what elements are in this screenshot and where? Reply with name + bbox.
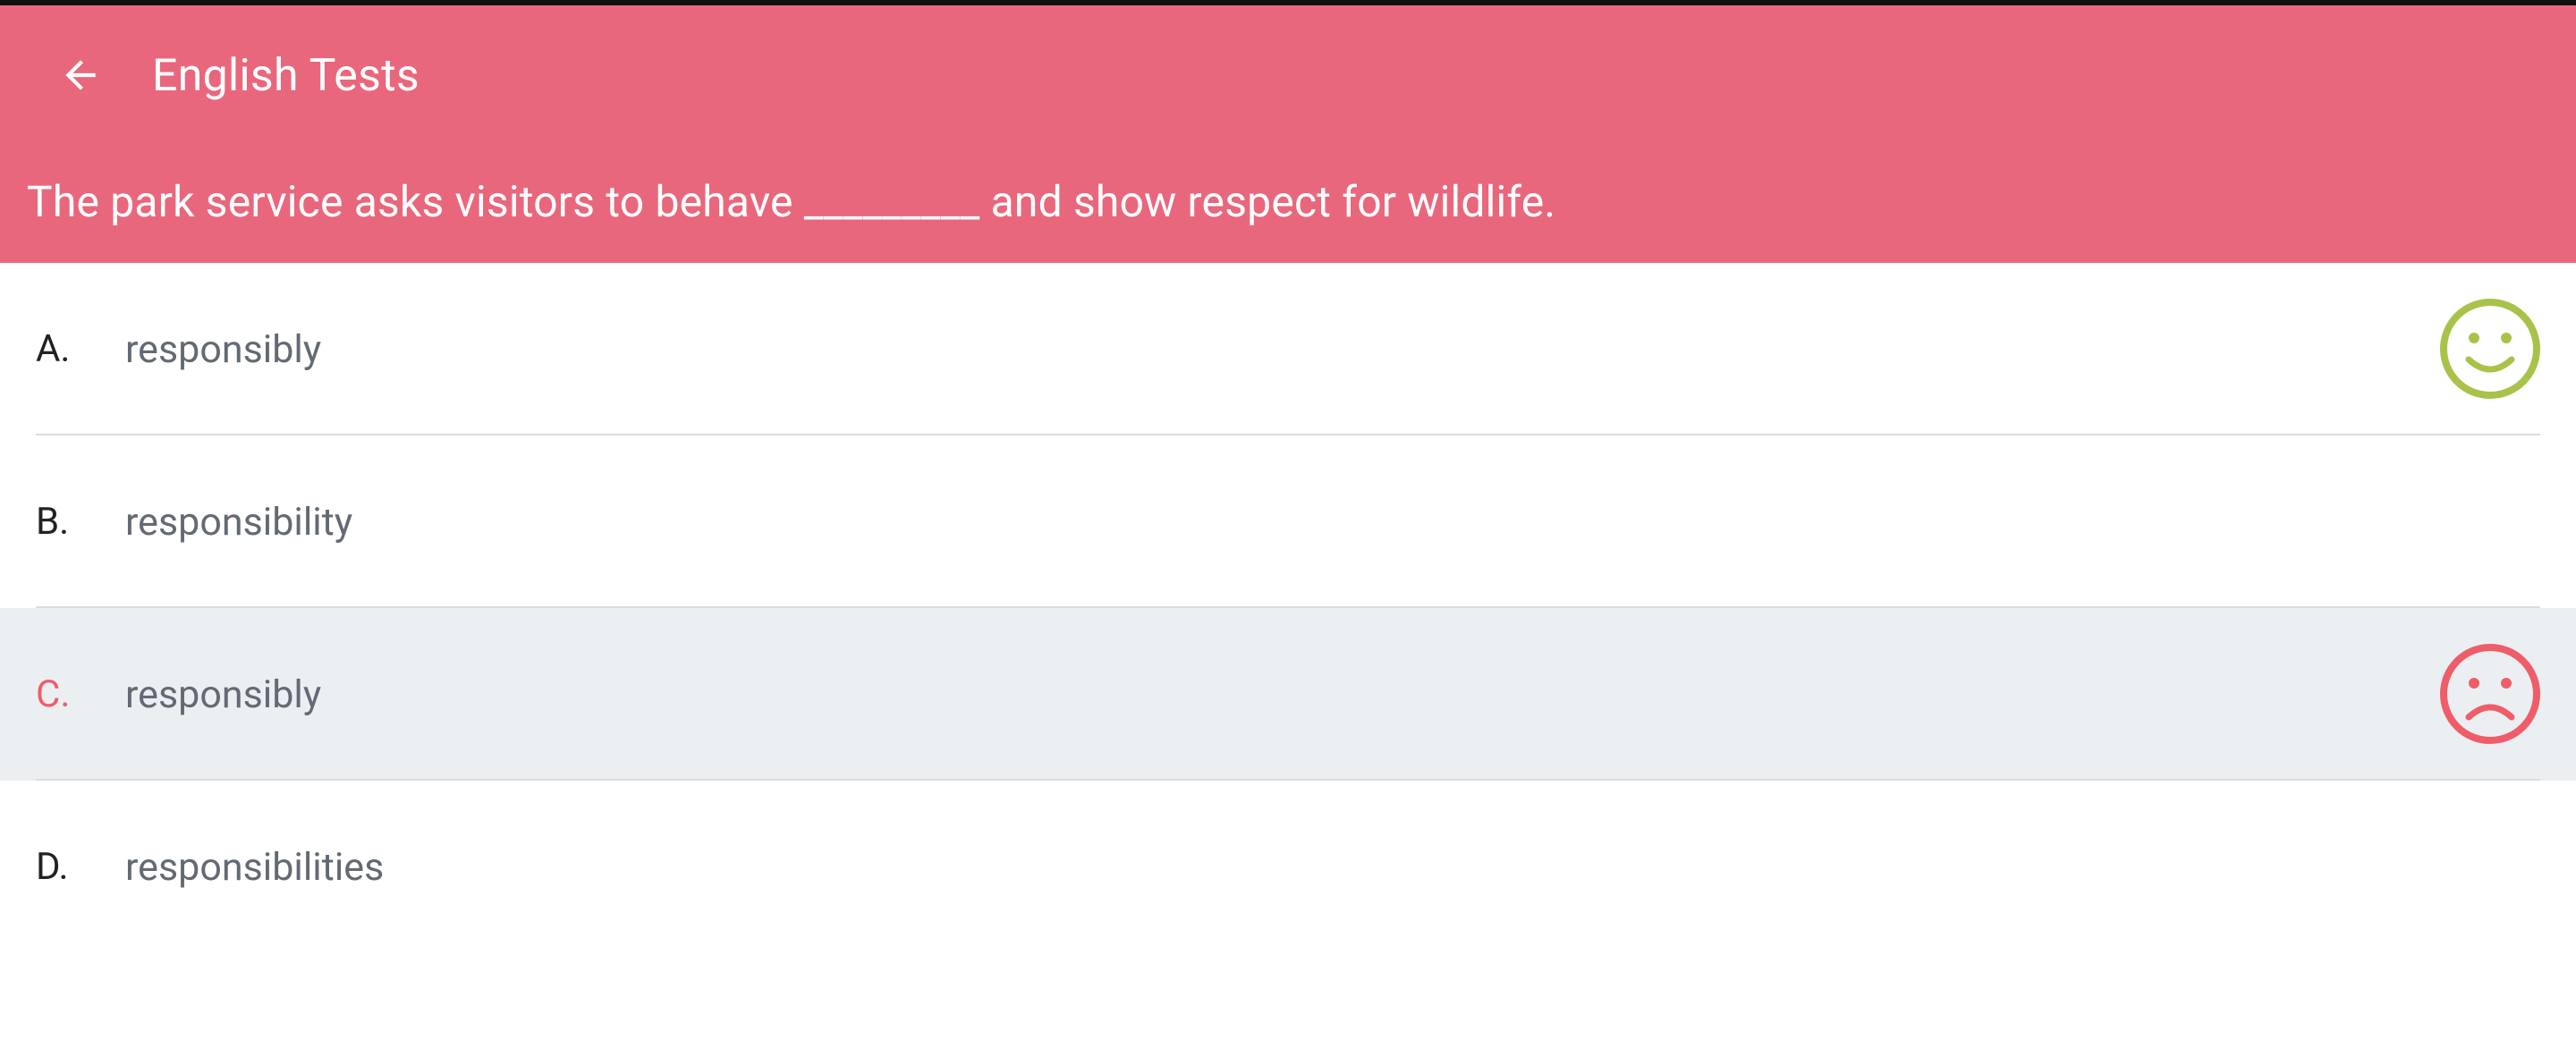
answer-text: responsibly bbox=[125, 672, 322, 717]
smiley-face-icon bbox=[2440, 299, 2540, 399]
sad-face-icon bbox=[2440, 644, 2540, 744]
answer-letter: A. bbox=[36, 327, 71, 371]
answer-text: responsibly bbox=[125, 326, 322, 372]
answer-letter: D. bbox=[36, 845, 69, 889]
answer-option-c[interactable]: C. responsibly bbox=[0, 608, 2576, 781]
answer-text: responsibility bbox=[125, 499, 353, 545]
toolbar: English Tests bbox=[0, 5, 2576, 148]
arrow-left-icon bbox=[65, 60, 96, 90]
answer-option-a[interactable]: A. responsibly bbox=[0, 263, 2576, 435]
answer-text: responsibilities bbox=[125, 844, 385, 890]
answer-letter: C. bbox=[36, 672, 71, 716]
app-header: English Tests The park service asks visi… bbox=[0, 5, 2576, 263]
answer-letter: B. bbox=[36, 500, 70, 544]
question-text: The park service asks visitors to behave… bbox=[27, 176, 1556, 227]
page-title: English Tests bbox=[152, 50, 419, 102]
answer-option-b[interactable]: B. responsibility bbox=[0, 435, 2576, 608]
back-button[interactable] bbox=[43, 38, 118, 113]
answer-option-d[interactable]: D. responsibilities bbox=[0, 781, 2576, 953]
answer-list: A. responsibly B. responsibility C. resp… bbox=[0, 263, 2576, 953]
